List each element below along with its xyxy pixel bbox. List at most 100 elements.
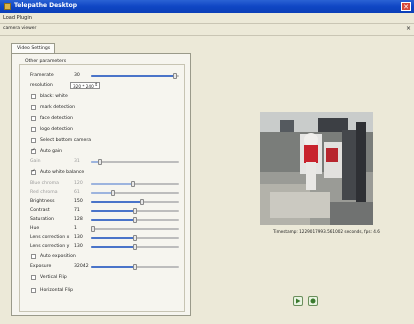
lens-correction-y-slider-thumb[interactable] bbox=[133, 244, 137, 250]
vertical-flip-row: Vertical Flip bbox=[20, 273, 186, 282]
horizontal-flip-checkbox[interactable] bbox=[31, 288, 36, 293]
horizontal-flip-label: Horizontal Flip bbox=[40, 288, 74, 293]
framerate-row: Framerate 30 bbox=[20, 71, 186, 80]
app-window: Telepathe Desktop ✕ Load Plugin camera v… bbox=[0, 0, 414, 324]
lens-correction-x-label: Lens correction x bbox=[30, 235, 70, 240]
gain-slider[interactable] bbox=[91, 159, 179, 165]
logo-detection-row: logo detection bbox=[20, 125, 186, 134]
window-title: Telepathe Desktop bbox=[14, 2, 78, 9]
logo-detection-label: logo detection bbox=[40, 127, 73, 132]
black-white-checkbox[interactable] bbox=[31, 94, 36, 99]
contrast-slider[interactable] bbox=[91, 208, 179, 214]
red-chroma-slider-fill bbox=[91, 192, 113, 194]
hue-label: Hue bbox=[30, 226, 40, 231]
lens-correction-y-slider-fill bbox=[91, 246, 135, 248]
black-white-row: black: white bbox=[20, 92, 186, 101]
logo-detection-checkbox[interactable] bbox=[31, 127, 36, 132]
face-detection-row: face detection bbox=[20, 114, 186, 123]
blue-chroma-slider-thumb[interactable] bbox=[131, 181, 136, 187]
blue-chroma-label: Blue chroma bbox=[30, 181, 59, 186]
auto-exposition-checkbox[interactable] bbox=[31, 254, 36, 259]
gain-row: Gain 31 bbox=[20, 157, 186, 166]
chevron-updown-icon: ⇕ bbox=[94, 83, 98, 88]
saturation-row: Saturation 128 bbox=[20, 215, 186, 224]
framerate-slider[interactable] bbox=[91, 73, 179, 79]
exposure-slider-fill bbox=[91, 266, 135, 268]
exposure-label: Exposure bbox=[30, 264, 52, 269]
hue-slider-thumb[interactable] bbox=[91, 226, 95, 232]
menu-bar: Load Plugin bbox=[0, 13, 414, 24]
face-detection-label: face detection bbox=[40, 116, 73, 121]
close-icon[interactable]: ✕ bbox=[401, 2, 411, 11]
blue-chroma-slider[interactable] bbox=[91, 181, 179, 187]
video-settings-panel: Other parameters Framerate 30 resolution… bbox=[11, 53, 191, 316]
hue-row: Hue 1 bbox=[20, 224, 186, 233]
contrast-row: Contrast 71 bbox=[20, 206, 186, 215]
plugin-label: camera viewer bbox=[3, 26, 37, 31]
auto-white-balance-checkbox[interactable] bbox=[31, 168, 36, 175]
saturation-label: Saturation bbox=[30, 217, 54, 222]
bottom-camera-label: Select bottom camera bbox=[40, 138, 92, 143]
menu-load-plugin[interactable]: Load Plugin bbox=[3, 15, 32, 21]
lens-correction-y-label: Lens correction y bbox=[30, 244, 70, 249]
auto-gain-row: Auto gain bbox=[20, 147, 186, 156]
play-icon bbox=[296, 298, 301, 304]
black-white-label: black: white bbox=[40, 94, 68, 99]
mark-detection-checkbox[interactable] bbox=[31, 105, 36, 110]
vertical-flip-checkbox[interactable] bbox=[31, 275, 36, 280]
brightness-slider[interactable] bbox=[91, 199, 179, 205]
lens-correction-y-slider[interactable] bbox=[91, 244, 179, 250]
framerate-label: Framerate bbox=[30, 73, 54, 78]
brightness-row: Brightness 150 bbox=[20, 197, 186, 206]
face-detection-checkbox[interactable] bbox=[31, 116, 36, 121]
auto-exposition-row: Auto exposition bbox=[20, 252, 186, 261]
app-icon bbox=[4, 3, 11, 10]
framerate-slider-fill bbox=[91, 75, 176, 77]
record-button[interactable] bbox=[308, 296, 318, 306]
saturation-slider-thumb[interactable] bbox=[133, 217, 137, 223]
horizontal-flip-row: Horizontal Flip bbox=[20, 286, 186, 295]
red-chroma-label: Red chroma bbox=[30, 190, 58, 195]
camera-feed-image bbox=[260, 112, 373, 225]
play-button[interactable] bbox=[293, 296, 303, 306]
contrast-label: Contrast bbox=[30, 208, 50, 213]
title-bar: Telepathe Desktop ✕ bbox=[0, 0, 414, 13]
resolution-select[interactable]: 320 * 240 ⇕ bbox=[70, 82, 100, 89]
saturation-slider[interactable] bbox=[91, 217, 179, 223]
lens-correction-x-slider[interactable] bbox=[91, 235, 179, 241]
vertical-flip-label: Vertical Flip bbox=[40, 275, 67, 280]
auto-white-balance-row: Auto white balance bbox=[20, 168, 186, 177]
red-chroma-slider-thumb[interactable] bbox=[111, 190, 115, 196]
framerate-slider-thumb[interactable] bbox=[173, 73, 178, 79]
auto-white-balance-label: Auto white balance bbox=[40, 170, 85, 175]
brightness-slider-fill bbox=[91, 201, 143, 203]
lens-correction-x-slider-thumb[interactable] bbox=[133, 235, 137, 241]
resolution-select-value: 320 * 240 bbox=[73, 84, 94, 89]
saturation-slider-fill bbox=[91, 219, 135, 221]
tab-video-settings[interactable]: Video Settings bbox=[11, 43, 55, 53]
plugin-toolbar: camera viewer × bbox=[0, 24, 414, 36]
record-icon bbox=[310, 298, 316, 304]
bottom-camera-row: Select bottom camera bbox=[20, 136, 186, 145]
resolution-row: resolution 320 * 240 ⇕ bbox=[20, 81, 186, 90]
contrast-slider-thumb[interactable] bbox=[133, 208, 137, 214]
blue-chroma-row: Blue chroma 120 bbox=[20, 179, 186, 188]
resolution-label: resolution bbox=[30, 83, 53, 88]
brightness-label: Brightness bbox=[30, 199, 55, 204]
auto-gain-label: Auto gain bbox=[40, 149, 63, 154]
mark-detection-label: mark detection bbox=[40, 105, 75, 110]
exposure-slider-thumb[interactable] bbox=[133, 264, 137, 270]
hue-slider[interactable] bbox=[91, 226, 179, 232]
exposure-slider[interactable] bbox=[91, 264, 179, 270]
gain-label: Gain bbox=[30, 159, 41, 164]
brightness-slider-thumb[interactable] bbox=[140, 199, 145, 205]
lens-correction-y-row: Lens correction y 130 bbox=[20, 242, 186, 251]
red-chroma-row: Red chroma 61 bbox=[20, 188, 186, 197]
bottom-camera-checkbox[interactable] bbox=[31, 138, 36, 143]
blue-chroma-slider-fill bbox=[91, 183, 134, 185]
lens-correction-x-row: Lens correction x 130 bbox=[20, 233, 186, 242]
red-chroma-slider[interactable] bbox=[91, 190, 179, 196]
plugin-close-icon[interactable]: × bbox=[406, 25, 411, 32]
auto-gain-checkbox[interactable] bbox=[31, 147, 36, 154]
gain-slider-thumb[interactable] bbox=[97, 159, 102, 165]
